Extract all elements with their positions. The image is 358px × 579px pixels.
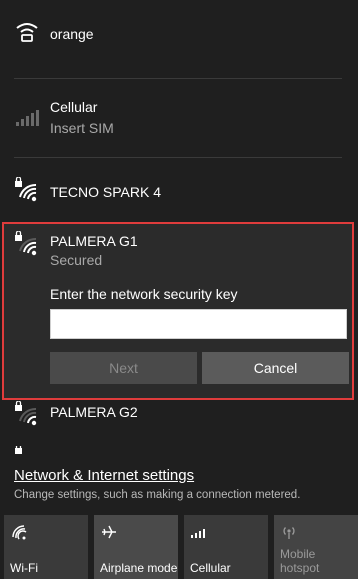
network-settings-link[interactable]: Network & Internet settings <box>14 467 194 484</box>
cellular-signal-icon <box>16 110 39 126</box>
quick-action-mobile-hotspot[interactable]: Mobile hotspot <box>274 515 358 579</box>
network-item-orange[interactable]: orange <box>0 0 358 60</box>
network-item-palmera-g2[interactable]: PALMERA G2 <box>0 398 358 448</box>
network-item-tecno-spark-4[interactable]: TECNO SPARK 4 <box>0 165 358 217</box>
tile-label: Airplane mode <box>100 561 178 575</box>
divider <box>14 78 342 79</box>
wifi-icon <box>15 446 22 454</box>
network-name: orange <box>50 26 94 42</box>
security-key-input[interactable] <box>50 309 347 339</box>
divider <box>14 157 342 158</box>
cancel-button[interactable]: Cancel <box>202 352 349 384</box>
network-name: TECNO SPARK 4 <box>50 184 161 200</box>
quick-action-wifi[interactable]: Wi-Fi <box>4 515 88 579</box>
network-name: Cellular <box>50 99 98 115</box>
network-item-palmera-g1[interactable]: PALMERA G1 Secured <box>0 224 358 274</box>
tile-label: Mobile hotspot <box>280 547 320 575</box>
hotspot-icon <box>283 527 295 539</box>
network-status: Secured <box>50 252 103 268</box>
secured-wifi-icon <box>15 177 37 202</box>
quick-action-cellular[interactable]: Cellular <box>184 515 268 579</box>
next-button[interactable]: Next <box>50 352 197 384</box>
tile-label: Wi-Fi <box>10 561 38 575</box>
network-item-cellular[interactable]: Cellular Insert SIM <box>0 88 358 148</box>
network-name: PALMERA G1 <box>50 233 138 249</box>
security-key-label: Enter the network security key <box>50 286 238 302</box>
wifi-icon <box>12 525 27 540</box>
tile-label: Cellular <box>190 561 231 575</box>
secured-wifi-icon <box>15 401 37 426</box>
quick-action-airplane-mode[interactable]: Airplane mode <box>94 515 178 579</box>
airplane-icon <box>102 525 116 539</box>
wifi-ethernet-icon <box>16 23 38 42</box>
cellular-icon <box>191 529 205 538</box>
network-name: PALMERA G2 <box>50 404 138 420</box>
network-status: Insert SIM <box>50 120 114 136</box>
secured-wifi-icon <box>15 231 37 256</box>
network-settings-description: Change settings, such as making a connec… <box>14 489 301 501</box>
